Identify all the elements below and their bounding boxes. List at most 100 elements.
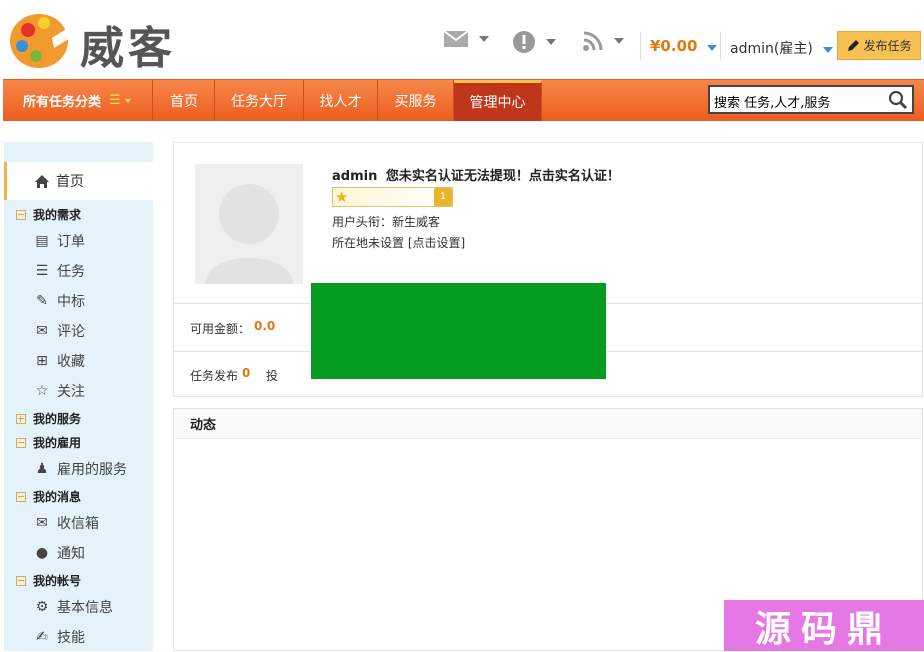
mail-menu[interactable] (443, 30, 489, 48)
rss-menu[interactable] (582, 30, 624, 52)
published-label: 任务发布 (190, 369, 239, 383)
alert-icon (513, 31, 535, 53)
sidebar-item-hired-services[interactable]: ♟ 雇用的服务 (34, 459, 127, 479)
sidebar-item-label: 关注 (57, 384, 85, 400)
divider (720, 32, 721, 60)
nav-management-center[interactable]: 管理中心 (454, 80, 542, 121)
bid-label: 投 (266, 369, 279, 383)
alert-icon: ● (35, 545, 49, 561)
user-silhouette-icon (205, 184, 293, 284)
section-title: 我的服务 (33, 412, 82, 426)
sidebar-section-needs[interactable]: 我的需求 (16, 206, 81, 223)
nav-buy-service[interactable]: 买服务 (378, 80, 454, 121)
star-icon: ★ (335, 188, 349, 206)
pencil-icon (848, 39, 860, 51)
sidebar-item-inbox[interactable]: ✉ 收信箱 (34, 513, 99, 533)
sidebar-item-label: 订单 (57, 234, 85, 250)
user-name: admin(雇主) (730, 41, 813, 57)
location-text: 所在地未设置 (332, 236, 405, 250)
sidebar-item-label: 任务 (57, 264, 85, 280)
sidebar-item-label: 评论 (57, 324, 85, 340)
user-title: 用户头衔：新生威客 (332, 215, 441, 229)
sidebar-item-basic-info[interactable]: ⚙ 基本信息 (34, 597, 113, 617)
home-icon (35, 174, 49, 188)
nav-home[interactable]: 首页 (154, 80, 215, 121)
categories-label: 所有任务分类 (23, 95, 102, 110)
watermark: 源码鼎 (724, 600, 924, 651)
balance-label: 可用金额： (190, 322, 251, 336)
chevron-down-icon (546, 39, 556, 45)
sidebar-item-label: 中标 (57, 294, 85, 310)
sidebar-item-label: 基本信息 (57, 600, 113, 616)
credit-level-bar: ★ 1 (332, 187, 453, 207)
sidebar-item-home[interactable]: 首页 (4, 162, 153, 200)
chevron-down-icon (479, 36, 489, 42)
sidebar-item-label: 雇用的服务 (57, 462, 127, 478)
sidebar-section-messages[interactable]: 我的消息 (16, 488, 81, 505)
sidebar-section-hire[interactable]: 我的雇用 (16, 434, 81, 451)
brand-name: 威客 (80, 23, 176, 74)
publish-task-label: 发布任务 (863, 39, 912, 53)
sidebar-section-account[interactable]: 我的帐号 (16, 572, 81, 589)
set-location-link[interactable]: [点击设置] (408, 236, 465, 250)
edit-icon: ✎ (36, 293, 48, 309)
chevron-down-icon (707, 45, 718, 51)
sidebar-item-follow[interactable]: ☆ 关注 (34, 381, 85, 401)
nav-find-talent[interactable]: 找人才 (304, 80, 378, 121)
search-text: 搜索 任务,人才,服务 (714, 96, 831, 111)
rss-icon (583, 31, 603, 51)
level-badge: 1 (434, 188, 452, 206)
section-title: 我的需求 (33, 208, 82, 222)
star-icon: ☆ (35, 383, 49, 399)
collapse-icon (16, 437, 26, 448)
collapse-icon (16, 491, 26, 502)
published-value: 0 (242, 366, 251, 380)
sidebar: 首页 我的需求 ▤ 订单 ☰ 任务 ✎ 中标 ✉ 评论 ⊞ 收藏 ☆ 关注 我的服务 我的雇… (4, 142, 153, 651)
wrench-icon: ✍ (36, 629, 48, 645)
all-categories-menu[interactable]: 所有任务分类 ☰ (3, 80, 153, 121)
collapse-icon (16, 209, 26, 220)
section-title: 我的帐号 (33, 574, 82, 588)
balance-value: 0.0 (254, 319, 276, 333)
sidebar-item-notifications[interactable]: ● 通知 (34, 543, 85, 563)
sidebar-item-tasks[interactable]: ☰ 任务 (34, 261, 85, 281)
overlay-block (311, 283, 606, 379)
chevron-down-icon (822, 47, 833, 53)
gear-icon: ⚙ (35, 599, 49, 615)
user-location: 所在地未设置 [点击设置] (332, 234, 465, 251)
search-icon[interactable] (888, 90, 908, 110)
sidebar-item-label: 首页 (56, 174, 84, 190)
nav-task-hall[interactable]: 任务大厅 (215, 80, 304, 121)
sidebar-item-skills[interactable]: ✍ 技能 (34, 627, 85, 647)
sidebar-item-favorites[interactable]: ⊞ 收藏 (34, 351, 85, 371)
user-menu[interactable]: admin(雇主) (730, 38, 833, 58)
notice-menu[interactable] (512, 30, 556, 54)
sidebar-section-services[interactable]: 我的服务 (16, 410, 81, 427)
top-bar: 威客 ¥0.00 admin(雇主) 发布任务 (0, 0, 924, 80)
sidebar-item-label: 通知 (57, 546, 85, 562)
envelope-icon: ✉ (36, 515, 48, 531)
activity-title: 动态 (174, 409, 922, 439)
balance-amount: ¥0.00 (650, 37, 698, 55)
list-icon: ☰ (35, 263, 49, 279)
order-icon: ▤ (35, 233, 49, 249)
expand-icon (16, 413, 26, 424)
envelope-icon (443, 30, 469, 47)
sidebar-item-orders[interactable]: ▤ 订单 (34, 231, 85, 251)
section-title: 我的雇用 (33, 436, 82, 450)
user-icon: ♟ (35, 461, 49, 477)
balance-menu[interactable]: ¥0.00 (650, 37, 718, 55)
divider (640, 32, 641, 60)
chevron-down-icon (614, 38, 624, 44)
publish-task-button[interactable]: 发布任务 (837, 31, 921, 60)
avatar[interactable] (195, 164, 303, 284)
search-input[interactable]: 搜索 任务,人才,服务 (708, 85, 914, 114)
list-icon: ☰ (109, 93, 121, 108)
collapse-icon (16, 575, 26, 586)
sidebar-item-comments[interactable]: ✉ 评论 (34, 321, 85, 341)
comment-icon: ✉ (36, 323, 48, 339)
sidebar-item-label: 收信箱 (57, 516, 99, 532)
logo-icon[interactable] (8, 8, 70, 70)
sidebar-item-won-bids[interactable]: ✎ 中标 (34, 291, 85, 311)
verify-link[interactable]: 您未实名认证无法提现！点击实名认证！ (386, 169, 620, 184)
